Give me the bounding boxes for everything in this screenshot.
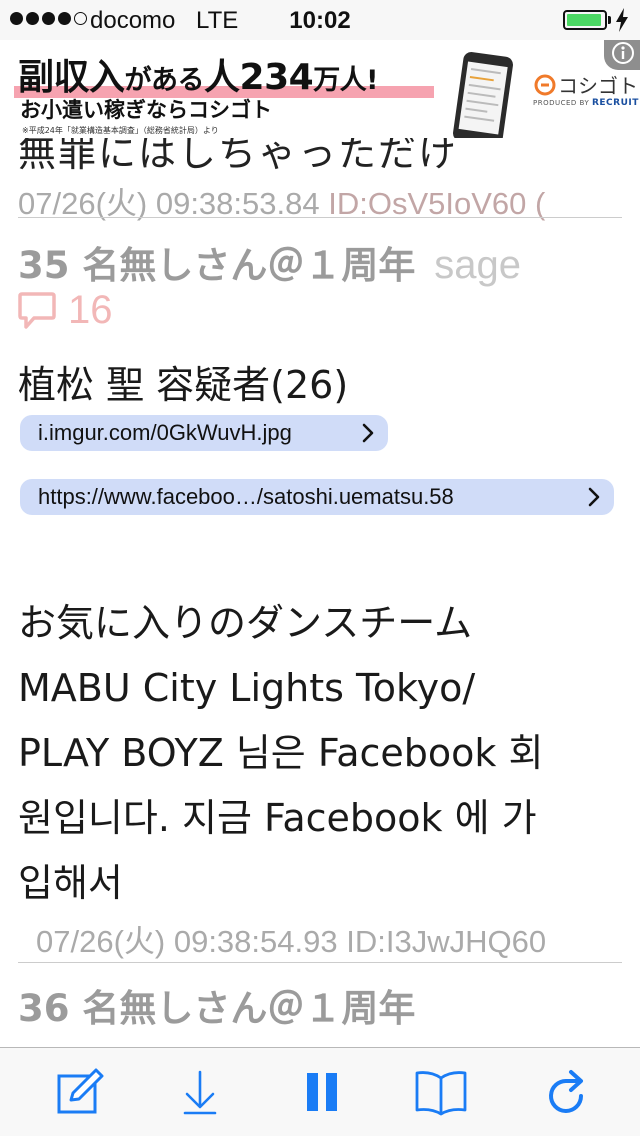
download-button[interactable] bbox=[172, 1066, 228, 1118]
ad-footnote: ※平成24年「就業構造基本調査」（総務省統計局）より bbox=[22, 126, 219, 135]
poster-name: 名無しさん＠１周年 bbox=[82, 244, 416, 287]
battery-level bbox=[567, 14, 602, 26]
ad-info-button[interactable] bbox=[604, 40, 640, 70]
kosigoto-logo: コシゴト bbox=[534, 70, 638, 99]
post-id[interactable]: ID:OsV5IoV60 ( bbox=[328, 186, 545, 221]
link-imgur[interactable]: i.imgur.com/0GkWuvH.jpg bbox=[20, 415, 388, 451]
ad-banner[interactable]: 副収入がある人234万人! お小遣い稼ぎならコシゴト ※平成24年「就業構造基本… bbox=[0, 40, 640, 138]
compose-button[interactable] bbox=[52, 1066, 108, 1118]
ad-headline: 副収入がある人234万人! bbox=[18, 57, 379, 98]
post-meta: 07/26(火) 09:38:54.93 ID:I3JwJHQ60 bbox=[36, 916, 546, 961]
bookmarks-button[interactable] bbox=[413, 1066, 469, 1118]
poster-mail: sage bbox=[434, 243, 522, 287]
reply-count[interactable]: 16 bbox=[18, 288, 113, 333]
ad-produced-by: PRODUCED BY RECRUIT bbox=[533, 98, 639, 108]
compose-icon bbox=[57, 1068, 104, 1114]
status-bar: docomo LTE 10:02 bbox=[0, 0, 640, 40]
ad-subheadline: お小遣い稼ぎならコシゴト bbox=[20, 98, 272, 122]
download-icon bbox=[183, 1070, 217, 1115]
info-icon bbox=[612, 42, 634, 64]
post-body-partial: 無罪にはしちゃっただけ bbox=[18, 138, 459, 175]
post-body-line: お気に入りのダンスチーム bbox=[18, 601, 473, 645]
bottom-toolbar bbox=[0, 1047, 640, 1136]
post-header[interactable]: 36 名無しさん＠１周年 bbox=[18, 978, 415, 1032]
link-facebook[interactable]: https://www.faceboo…/satoshi.uematsu.58 bbox=[20, 479, 614, 515]
refresh-button[interactable] bbox=[538, 1066, 594, 1118]
battery-icon bbox=[563, 10, 607, 30]
post-header[interactable]: 35 名無しさん＠１周年 sage bbox=[18, 235, 521, 289]
post-divider bbox=[18, 962, 622, 963]
post-body: お気に入りのダンスチーム MABU City Lights Tokyo/ PLA… bbox=[18, 591, 628, 916]
post-body-line: 입해서 bbox=[18, 861, 123, 905]
charging-bolt-icon bbox=[616, 8, 628, 32]
post-divider bbox=[18, 217, 622, 218]
status-time: 10:02 bbox=[289, 7, 351, 34]
poster-name: 名無しさん＠１周年 bbox=[82, 987, 416, 1030]
kosigoto-logo-icon bbox=[534, 74, 556, 95]
pause-icon bbox=[307, 1073, 337, 1111]
refresh-icon bbox=[549, 1070, 583, 1113]
pause-button[interactable] bbox=[294, 1066, 350, 1118]
chevron-right-icon bbox=[362, 415, 374, 451]
bookmarks-icon bbox=[415, 1071, 467, 1116]
post-body-line: PLAY BOYZ 님은 Facebook 회 bbox=[18, 731, 544, 775]
ad-phone-illustration bbox=[451, 50, 515, 138]
chevron-right-icon bbox=[588, 479, 600, 515]
post-body-line: 植松 聖 容疑者(26) bbox=[18, 363, 349, 407]
post-body-line: MABU City Lights Tokyo/ bbox=[18, 666, 476, 710]
speech-bubble-icon bbox=[18, 291, 56, 329]
thread-view[interactable]: 無罪にはしちゃっただけ 07/26(火) 09:38:53.84 ID:OsV5… bbox=[0, 138, 640, 1048]
post-number: 36 bbox=[18, 987, 70, 1030]
post-id[interactable]: ID:I3JwJHQ60 bbox=[346, 924, 546, 959]
post-date: 07/26(火) 09:38:53.84 bbox=[18, 186, 320, 221]
post-date: 07/26(火) 09:38:54.93 bbox=[36, 924, 338, 959]
post-body-line: 원입니다. 지금 Facebook 에 가 bbox=[18, 796, 537, 840]
post-number: 35 bbox=[18, 244, 70, 287]
